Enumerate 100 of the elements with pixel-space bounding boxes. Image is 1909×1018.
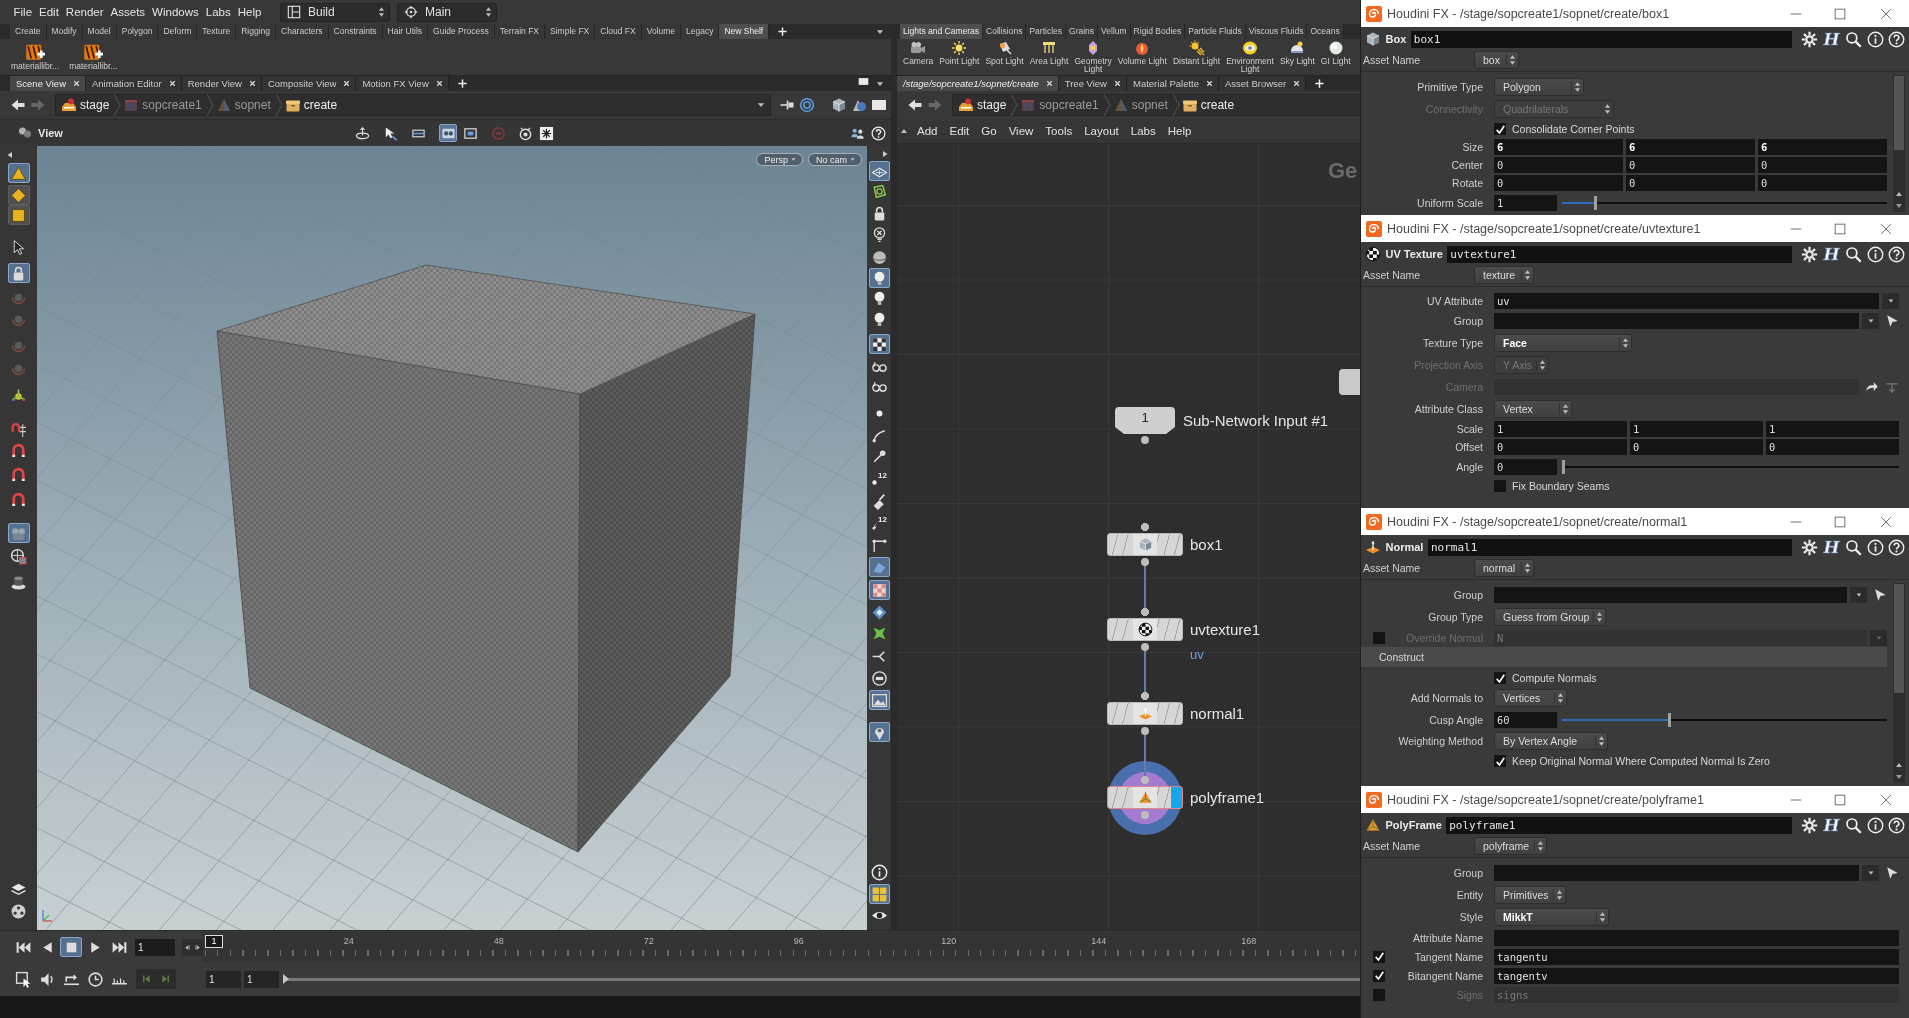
number-badge-button[interactable]: 12	[868, 469, 890, 489]
shelf-tab[interactable]: Polygon	[116, 24, 159, 39]
menu-item[interactable]: Labs	[1124, 125, 1162, 137]
close-icon[interactable]	[1880, 793, 1892, 806]
node-name-field[interactable]: normal1	[1427, 538, 1792, 556]
shelf-tab[interactable]: New Shelf	[719, 24, 770, 39]
menu-button[interactable]: Primitives	[1494, 886, 1566, 904]
gear-icon[interactable]	[1801, 538, 1818, 556]
step-forward-icon[interactable]	[193, 942, 202, 952]
menu-item[interactable]: Render	[62, 4, 108, 20]
current-frame-marker[interactable]: 1	[205, 935, 223, 948]
slider-thumb[interactable]	[1594, 195, 1598, 210]
shelf-tab[interactable]: Volume	[641, 24, 682, 39]
number-field[interactable]: 1	[1766, 421, 1899, 437]
number-field[interactable]: 0	[1626, 175, 1755, 191]
help-icon[interactable]	[869, 124, 887, 142]
path-crumb[interactable]: sopcreate1	[121, 95, 206, 115]
asset-menu[interactable]: normal	[1474, 559, 1534, 577]
wire-plane-icon[interactable]	[868, 161, 890, 181]
number-field[interactable]: 0	[1494, 439, 1627, 455]
normal-arrow-icon[interactable]	[1365, 539, 1381, 555]
slider-thumb[interactable]	[1562, 459, 1565, 474]
shelf-tab[interactable]: Characters	[276, 24, 329, 39]
subnet-input-node[interactable]: 1	[1115, 407, 1175, 434]
step-back-icon[interactable]	[183, 942, 192, 952]
close-icon[interactable]	[167, 79, 177, 88]
node-name-field[interactable]: uvtexture1	[1447, 245, 1792, 263]
path-crumb[interactable]: sopcreate1	[1018, 95, 1103, 115]
menu-item[interactable]: Layout	[1078, 125, 1125, 137]
checker-ball-icon[interactable]	[1365, 246, 1381, 262]
maximize-icon[interactable]	[1834, 793, 1846, 806]
shelf-tab[interactable]: Particles	[1026, 24, 1067, 39]
shelf-tool-button[interactable]: Point Light	[936, 40, 983, 65]
shelf-tab[interactable]: Hair Utils	[382, 24, 429, 39]
path-crumb[interactable]: create	[282, 95, 342, 115]
menu-button[interactable]: Vertices	[1494, 689, 1567, 707]
shelf-tab[interactable]: Rigid Bodies	[1130, 24, 1186, 39]
close-icon[interactable]	[1880, 515, 1892, 528]
menu-item[interactable]: Help	[1161, 125, 1198, 137]
frame-field[interactable]: 1	[135, 938, 175, 956]
shelf-tool-button[interactable]: Distant Light	[1169, 40, 1224, 65]
close-icon[interactable]	[1044, 79, 1054, 88]
shelf-tab[interactable]: Legacy	[681, 24, 720, 39]
text-field[interactable]	[1494, 865, 1859, 881]
input-port[interactable]	[1141, 772, 1149, 784]
text-field[interactable]	[1494, 929, 1899, 946]
output-port[interactable]	[1141, 436, 1149, 444]
scroll-up-icon[interactable]	[1895, 190, 1903, 198]
menu-item[interactable]: Labs	[202, 4, 235, 20]
search-icon[interactable]	[1845, 816, 1862, 834]
shelf-tab[interactable]: Oceans	[1307, 24, 1344, 39]
scroll-down-icon[interactable]	[1895, 773, 1903, 781]
collapse-arrow-icon[interactable]	[881, 150, 889, 158]
asterisk-icon[interactable]	[537, 124, 555, 142]
shelf-tool-button[interactable]: Environment Light	[1223, 40, 1277, 73]
menu-item[interactable]: File	[10, 4, 36, 20]
camera-menu[interactable]: Persp	[756, 153, 803, 166]
search-icon[interactable]	[1845, 245, 1862, 263]
shelf-tool-button[interactable]: Area Light	[1026, 40, 1072, 65]
shelf-tool-button[interactable]: Sky Light	[1276, 40, 1318, 65]
number-field[interactable]: 6	[1494, 139, 1623, 155]
pane-tab[interactable]: Scene View	[10, 76, 86, 91]
slider-thumb[interactable]	[1668, 712, 1672, 727]
square-icon[interactable]	[858, 76, 869, 87]
number-field[interactable]: 60	[1494, 711, 1557, 728]
hda-button[interactable]: H	[1822, 816, 1841, 834]
dropdown-button[interactable]	[1862, 313, 1879, 329]
shelf-tab[interactable]: Grains	[1066, 24, 1099, 39]
menu-item[interactable]: Assets	[107, 4, 149, 20]
pane-tab[interactable]: Asset Browser	[1219, 76, 1307, 91]
number-badge-button[interactable]: 12	[868, 513, 890, 533]
menu-item[interactable]: Add	[911, 125, 944, 137]
folder-heading[interactable]: Construct	[1361, 647, 1887, 667]
desktop-menu[interactable]: Build	[280, 2, 390, 22]
back-arrow-icon[interactable]	[10, 97, 26, 113]
range-start-field[interactable]: 1	[206, 970, 241, 988]
number-field[interactable]: 0	[1758, 157, 1887, 173]
asset-menu[interactable]: polyframe	[1474, 837, 1547, 855]
path-crumb[interactable]: create	[1179, 95, 1239, 115]
checker-icon[interactable]	[868, 580, 890, 600]
maximize-icon[interactable]	[1834, 515, 1846, 528]
dropdown-button[interactable]	[1862, 865, 1879, 881]
checkbox[interactable]	[1373, 969, 1385, 982]
menu-button[interactable]: By Vertex Angle	[1494, 732, 1608, 750]
dropdown-button[interactable]	[1882, 292, 1899, 309]
close-icon[interactable]	[434, 79, 444, 88]
number-field[interactable]: 0	[1758, 175, 1887, 191]
menu-item[interactable]: Edit	[35, 4, 63, 20]
menu-button[interactable]: Guess from Group	[1494, 608, 1607, 626]
camera-menu[interactable]: No cam	[808, 153, 862, 166]
number-field[interactable]: 1	[1494, 421, 1627, 437]
scroll-down-icon[interactable]	[1895, 202, 1903, 210]
pane-tab[interactable]: /stage/sopcreate1/sopnet/create	[897, 76, 1059, 91]
node-label[interactable]: uvtexture1	[1190, 618, 1261, 641]
menu-item[interactable]: Edit	[943, 125, 976, 137]
scrollbar[interactable]	[1893, 75, 1905, 212]
gear-icon[interactable]	[1801, 816, 1818, 834]
plus-icon[interactable]	[1314, 78, 1326, 89]
scroll-up-icon[interactable]	[1895, 761, 1903, 769]
orbit-icon[interactable]	[353, 124, 371, 142]
